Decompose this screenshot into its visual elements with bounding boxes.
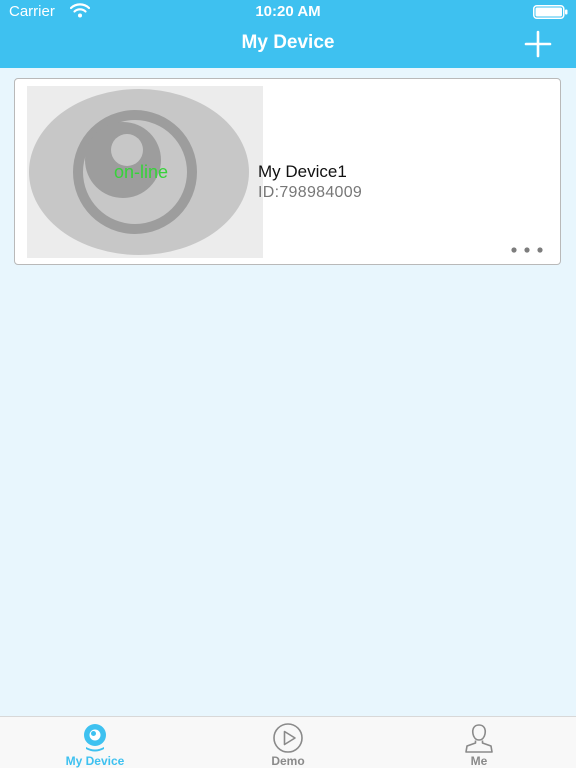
camera-icon	[84, 724, 106, 752]
tab-bar: My Device Demo Me	[0, 716, 576, 768]
top-bar: Carrier 10:20 AM My Device	[0, 0, 576, 68]
tab-label: Demo	[271, 754, 305, 768]
tab-label: My Device	[65, 754, 125, 768]
add-device-button[interactable]	[524, 30, 552, 58]
status-bar: Carrier 10:20 AM	[0, 0, 576, 22]
more-options-button[interactable]	[510, 245, 544, 255]
device-id: ID:798984009	[258, 184, 363, 201]
device-card[interactable]: on-line My Device1 ID:798984009	[14, 78, 561, 265]
tab-demo[interactable]: Demo	[233, 717, 343, 768]
tab-my-device[interactable]: My Device	[40, 717, 150, 768]
online-status: on-line	[113, 162, 169, 182]
play-icon	[273, 723, 303, 753]
battery-icon	[533, 5, 568, 19]
person-icon	[465, 724, 493, 753]
page-title: My Device	[241, 32, 335, 53]
device-name: My Device1	[258, 162, 347, 181]
tab-me[interactable]: Me	[424, 717, 534, 768]
tab-label: Me	[470, 754, 488, 768]
status-time: 10:20 AM	[255, 3, 321, 20]
